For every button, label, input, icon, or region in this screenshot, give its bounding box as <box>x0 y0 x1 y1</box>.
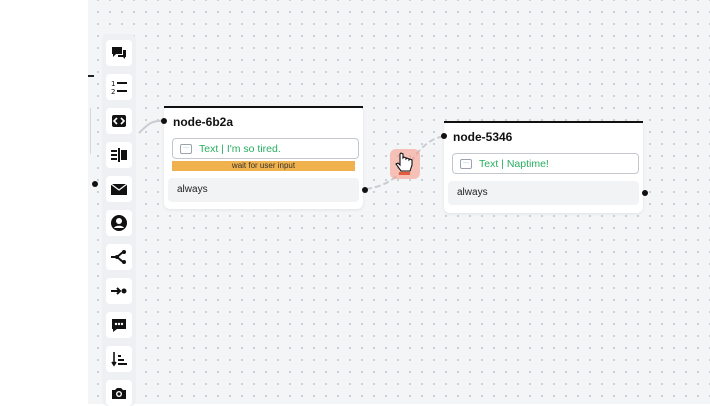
flow-node[interactable]: node-6b2a ··· Text | I'm so tired. wait … <box>161 106 368 209</box>
tool-chat[interactable] <box>106 40 132 66</box>
wait-for-input-bar: wait for user input <box>172 161 355 171</box>
condition-row[interactable]: always <box>168 178 359 202</box>
node-header-bar <box>164 106 363 108</box>
message-chip[interactable]: ··· Text | I'm so tired. <box>172 138 359 159</box>
person-circle-icon <box>111 215 127 231</box>
tool-numbered-list[interactable]: 12 <box>106 74 132 100</box>
tool-camera[interactable] <box>106 380 132 406</box>
camera-icon <box>112 388 126 399</box>
tool-email[interactable] <box>106 176 132 202</box>
node-input-port[interactable] <box>441 133 447 139</box>
connector-delete-badge[interactable] <box>390 149 420 179</box>
node-header-bar <box>444 121 643 123</box>
tool-branch[interactable] <box>106 244 132 270</box>
left-panel-item <box>88 108 91 154</box>
chat-bubbles-icon <box>112 47 126 59</box>
comment-dots-icon <box>112 319 126 332</box>
node-toolbar: 12 <box>102 34 136 406</box>
left-connection-dot[interactable] <box>92 181 98 187</box>
numbered-list-icon: 12 <box>111 80 127 96</box>
sort-descending-icon <box>111 352 127 367</box>
tool-goto[interactable] <box>106 278 132 304</box>
condition-row[interactable]: always <box>448 181 639 205</box>
node-title: node-6b2a <box>173 115 234 129</box>
hand-pointer-icon <box>395 152 413 175</box>
message-chip[interactable]: ··· Text | Naptime! <box>452 153 639 174</box>
message-icon: ··· <box>460 158 472 169</box>
envelope-icon <box>110 183 128 195</box>
tool-split[interactable] <box>106 142 132 168</box>
svg-text:1: 1 <box>111 80 115 88</box>
split-columns-icon <box>111 148 127 162</box>
branch-icon <box>111 250 126 264</box>
arrow-to-point-icon <box>111 287 127 295</box>
tool-user[interactable] <box>106 210 132 236</box>
tool-code[interactable] <box>106 108 132 134</box>
left-panel <box>0 0 88 404</box>
message-text: Text | Naptime! <box>479 157 549 170</box>
message-icon: ··· <box>180 143 192 154</box>
tool-comment[interactable] <box>106 312 132 338</box>
flow-node[interactable]: node-5346 ··· Text | Naptime! always <box>441 121 648 213</box>
message-text: Text | I'm so tired. <box>199 142 281 155</box>
node-output-port[interactable] <box>362 187 368 193</box>
tool-sort[interactable] <box>106 346 132 372</box>
left-panel-divider <box>88 75 94 77</box>
node-input-port[interactable] <box>161 118 167 124</box>
code-block-icon <box>112 115 126 127</box>
node-title: node-5346 <box>453 130 513 144</box>
node-output-port[interactable] <box>642 190 648 196</box>
svg-text:2: 2 <box>111 88 115 96</box>
